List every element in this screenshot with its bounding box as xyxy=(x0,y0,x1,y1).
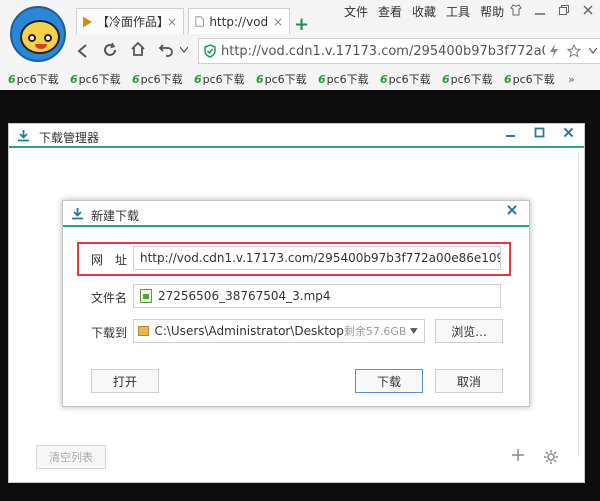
download-icon xyxy=(72,208,83,220)
folder-icon xyxy=(138,326,150,336)
pc6-icon: 6 xyxy=(194,72,202,86)
saveto-path-select[interactable]: C:\Users\Administrator\Desktop 剩余57.6GB xyxy=(133,319,425,343)
star-favorite-icon[interactable] xyxy=(567,44,581,58)
saveto-path-value: C:\Users\Administrator\Desktop xyxy=(154,324,344,338)
bookmark-item[interactable]: 6 pc6下载 xyxy=(380,71,442,87)
tab-close-icon[interactable]: × xyxy=(273,15,283,29)
download-manager-title: 下载管理器 xyxy=(39,131,100,145)
play-icon xyxy=(83,16,93,27)
logo-face xyxy=(20,20,60,54)
add-task-plus-icon[interactable] xyxy=(511,448,525,462)
bookmark-item[interactable]: 6 pc6下载 xyxy=(132,71,194,87)
pc6-icon: 6 xyxy=(380,72,388,86)
download-icon xyxy=(18,130,29,142)
filename-input[interactable]: 27256506_38767504_3.mp4 xyxy=(133,284,501,308)
pc6-icon: 6 xyxy=(256,72,264,86)
nav-bar: http://vod.cdn1.v.17173.com/295400b97b3f… xyxy=(70,38,600,66)
address-url: http://vod.cdn1.v.17173.com/295400b97b3f… xyxy=(221,43,545,59)
dm-scrollbar[interactable] xyxy=(578,152,584,457)
filename-label: 文件名 xyxy=(91,291,128,305)
new-download-title: 新建下载 xyxy=(91,209,140,223)
restore-icon[interactable] xyxy=(558,4,570,16)
close-window-icon[interactable] xyxy=(582,4,594,16)
dm-maximize-icon[interactable] xyxy=(534,127,545,138)
lightning-icon[interactable] xyxy=(549,44,559,58)
new-download-header: 新建下载 xyxy=(63,201,529,227)
browse-button[interactable]: 浏览... xyxy=(435,319,503,343)
bookmark-item[interactable]: 6 pc6下载 xyxy=(8,71,70,87)
filename-value: 27256506_38767504_3.mp4 xyxy=(158,289,331,303)
bookmark-item[interactable]: 6 pc6下载 xyxy=(256,71,318,87)
settings-gear-icon[interactable] xyxy=(543,449,559,465)
home-icon[interactable] xyxy=(130,41,146,57)
open-button[interactable]: 打开 xyxy=(91,369,159,393)
minimize-icon[interactable] xyxy=(534,4,546,16)
bookmark-item[interactable]: 6 pc6下载 xyxy=(442,71,504,87)
menu-tools[interactable]: 工具 xyxy=(446,4,470,20)
address-bar[interactable]: http://vod.cdn1.v.17173.com/295400b97b3f… xyxy=(198,38,600,64)
clear-list-button[interactable]: 清空列表 xyxy=(36,445,106,469)
tab-label: http://vod.c xyxy=(209,14,268,29)
window-controls xyxy=(510,4,594,16)
cancel-button[interactable]: 取消 xyxy=(435,369,503,393)
new-download-dialog: 新建下载 网 址 http://vod.cdn1.v.17173.com/295… xyxy=(62,200,530,407)
logo-eye-right xyxy=(44,34,52,42)
download-button[interactable]: 下载 xyxy=(355,369,423,393)
logo-mouth xyxy=(35,44,47,49)
page-icon xyxy=(195,16,204,27)
logo-eye-left xyxy=(28,34,36,42)
browser-logo-icon[interactable] xyxy=(10,6,66,62)
browser-toolbar: 【冷面作品】 × http://vod.c × + 文件 查看 收藏 工具 帮助… xyxy=(0,0,600,90)
menu-favorites[interactable]: 收藏 xyxy=(412,4,436,20)
bookmarks-more-icon[interactable]: » xyxy=(568,73,575,86)
shield-check-icon xyxy=(204,44,216,58)
chevron-down-icon[interactable] xyxy=(180,47,188,53)
video-file-icon xyxy=(140,289,152,303)
pc6-icon: 6 xyxy=(504,72,512,86)
url-input[interactable]: http://vod.cdn1.v.17173.com/295400b97b3f… xyxy=(133,246,501,270)
dm-minimize-icon[interactable] xyxy=(505,127,516,138)
dialog-close-icon[interactable] xyxy=(507,205,517,215)
bookmark-item[interactable]: 6 pc6下载 xyxy=(70,71,132,87)
bookmark-item[interactable]: 6 pc6下载 xyxy=(318,71,380,87)
bookmark-item[interactable]: 6 pc6下载 xyxy=(194,71,256,87)
pc6-icon: 6 xyxy=(70,72,78,86)
pc6-icon: 6 xyxy=(318,72,326,86)
tab-close-icon[interactable]: × xyxy=(167,15,177,29)
dm-close-icon[interactable] xyxy=(563,127,574,138)
pc6-icon: 6 xyxy=(442,72,450,86)
address-dropdown-icon[interactable] xyxy=(589,48,597,54)
tab-vod[interactable]: http://vod.c × xyxy=(188,8,290,34)
url-label: 网 址 xyxy=(91,253,128,267)
menu-view[interactable]: 查看 xyxy=(378,4,402,20)
tab-lengmian[interactable]: 【冷面作品】 × xyxy=(76,8,184,34)
dm-window-controls xyxy=(505,127,574,138)
menu-file[interactable]: 文件 xyxy=(344,4,368,20)
refresh-icon[interactable] xyxy=(102,42,118,58)
saveto-label: 下载到 xyxy=(91,326,128,340)
download-manager-header: 下载管理器 xyxy=(9,124,584,148)
new-tab-plus-icon[interactable]: + xyxy=(294,16,309,34)
skin-shirt-icon[interactable] xyxy=(510,4,522,16)
tab-label: 【冷面作品】 xyxy=(97,15,162,29)
pc6-icon: 6 xyxy=(8,72,16,86)
menu-bar: 文件 查看 收藏 工具 帮助 xyxy=(344,4,504,20)
path-dropdown-icon[interactable] xyxy=(410,328,418,334)
back-arrow-icon[interactable] xyxy=(76,43,90,59)
menu-help[interactable]: 帮助 xyxy=(480,4,504,20)
bookmarks-bar: 6 pc6下载 6 pc6下载 6 pc6下载 6 pc6下载 6 pc6下载 6 pc6下… xyxy=(0,70,600,88)
undo-close-icon[interactable] xyxy=(158,42,174,58)
free-space-text: 剩余57.6GB xyxy=(343,325,407,338)
bookmark-item[interactable]: 6 pc6下载 xyxy=(504,71,566,87)
pc6-icon: 6 xyxy=(132,72,140,86)
